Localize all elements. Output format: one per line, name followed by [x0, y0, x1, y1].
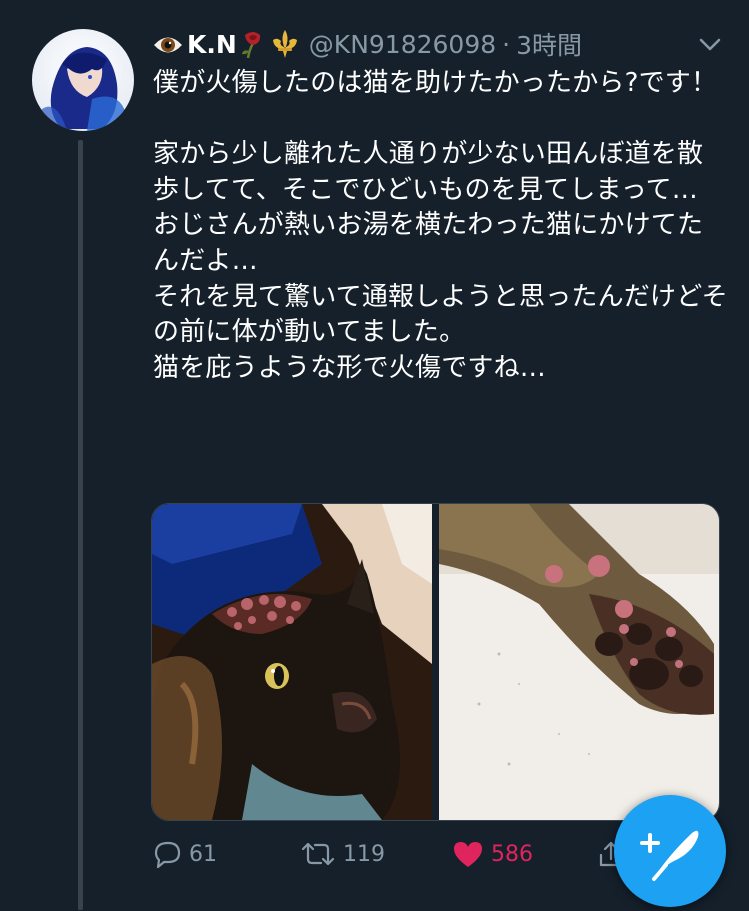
tweet-header: K.N @KN91826098 · 3時間	[153, 24, 582, 64]
fleur-de-lis-emoji-icon	[271, 29, 299, 59]
separator-dot: ·	[502, 29, 511, 59]
compose-tweet-icon	[640, 830, 699, 881]
tweet-media[interactable]	[151, 503, 720, 821]
like-count: 586	[491, 841, 533, 867]
burned-paw-photo[interactable]	[439, 504, 719, 820]
user-handle[interactable]: @KN91826098	[309, 30, 496, 59]
compose-tweet-button[interactable]	[614, 795, 726, 907]
media-divider	[432, 504, 439, 820]
wilted-rose-emoji-icon	[239, 29, 267, 59]
tweet-text: 僕が火傷したのは猫を助けたかったから?です！ 家から少し離れた人通りが少ない田ん…	[153, 68, 728, 383]
heart-icon	[454, 842, 482, 867]
display-name[interactable]: K.N	[187, 30, 237, 59]
reply-button[interactable]: 61	[153, 836, 217, 872]
retweet-count: 119	[343, 841, 385, 867]
retweet-button[interactable]: 119	[299, 836, 385, 872]
cat-burn-photo[interactable]	[152, 504, 432, 820]
avatar[interactable]	[32, 29, 134, 131]
retweet-icon	[301, 842, 335, 866]
eye-emoji-icon	[153, 33, 183, 55]
reply-icon	[154, 841, 181, 869]
thread-line	[78, 140, 83, 910]
chevron-down-icon[interactable]	[693, 30, 727, 60]
timestamp[interactable]: 3時間	[516, 26, 582, 62]
reply-count: 61	[189, 841, 217, 867]
like-button[interactable]: 586	[451, 836, 533, 872]
